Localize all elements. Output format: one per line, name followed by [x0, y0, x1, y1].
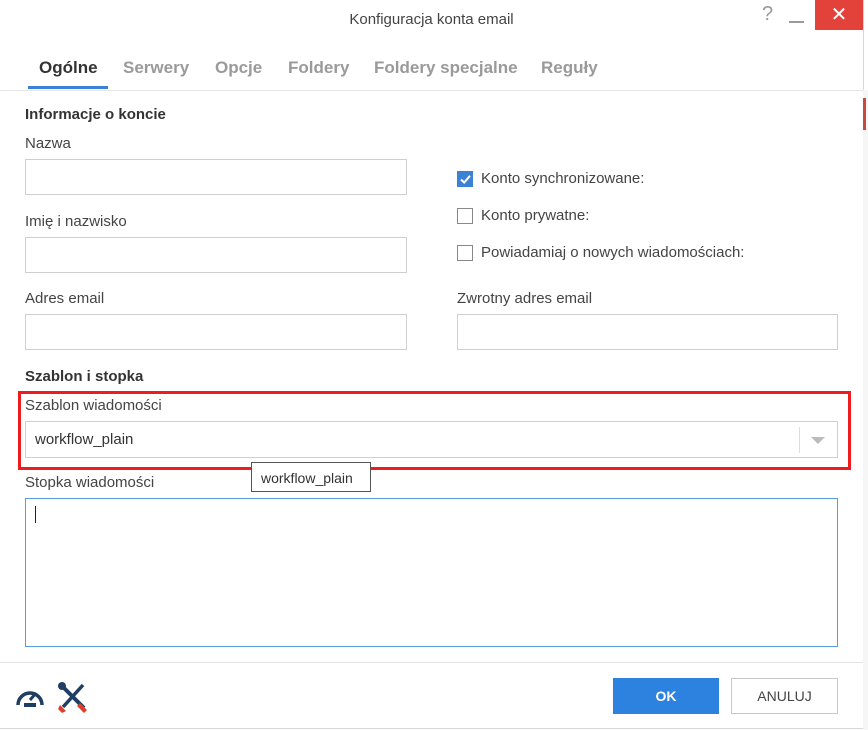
dialog-window: Konfiguracja konta email ? ✕ Ogólne Serw…: [0, 0, 864, 729]
highlight-box: [18, 391, 851, 470]
fullname-label: Imię i nazwisko: [25, 213, 127, 230]
tab-bar: Ogólne Serwery Opcje Foldery Foldery spe…: [0, 38, 863, 91]
tools-icon[interactable]: [56, 682, 90, 714]
reply-email-label: Zwrotny adres email: [457, 290, 593, 307]
name-label: Nazwa: [25, 135, 71, 152]
template-heading: Szablon i stopka: [25, 368, 144, 385]
background-window-mark: [863, 98, 866, 130]
help-icon[interactable]: ?: [762, 3, 773, 26]
tooltip: workflow_plain: [251, 462, 371, 492]
checkbox-private-label: Konto prywatne:: [481, 207, 590, 224]
ok-button[interactable]: OK: [613, 678, 719, 714]
checkbox-notify-label: Powiadamiaj o nowych wiadomościach:: [481, 244, 745, 261]
tab-ogolne[interactable]: Ogólne: [39, 58, 98, 78]
window-title: Konfiguracja konta email: [349, 11, 514, 28]
reply-email-input[interactable]: [457, 314, 838, 350]
cancel-button[interactable]: ANULUJ: [731, 678, 838, 714]
tab-reguly[interactable]: Reguły: [541, 58, 598, 78]
minimize-icon[interactable]: [788, 8, 806, 30]
checkbox-icon[interactable]: [457, 245, 473, 261]
tab-serwery[interactable]: Serwery: [123, 58, 189, 78]
gauge-icon[interactable]: [14, 683, 46, 711]
checkbox-sync-label: Konto synchronizowane:: [481, 170, 645, 187]
title-bar: Konfiguracja konta email ? ✕: [0, 0, 863, 38]
active-tab-indicator: [28, 86, 108, 89]
footer-label: Stopka wiadomości: [25, 474, 155, 491]
text-cursor: [35, 506, 36, 523]
tab-opcje[interactable]: Opcje: [215, 58, 262, 78]
tab-foldery-specjalne[interactable]: Foldery specjalne: [374, 58, 518, 78]
account-info-heading: Informacje o koncie: [25, 106, 166, 123]
close-button[interactable]: ✕: [815, 0, 863, 30]
checkbox-icon[interactable]: [457, 208, 473, 224]
tab-foldery[interactable]: Foldery: [288, 58, 349, 78]
checkbox-checked-icon[interactable]: [457, 171, 473, 187]
fullname-input[interactable]: [25, 237, 407, 273]
email-label: Adres email: [25, 290, 105, 307]
name-input[interactable]: [25, 159, 407, 195]
background-window-edge: [863, 90, 868, 730]
footer-textarea[interactable]: [25, 498, 838, 647]
email-input[interactable]: [25, 314, 407, 350]
